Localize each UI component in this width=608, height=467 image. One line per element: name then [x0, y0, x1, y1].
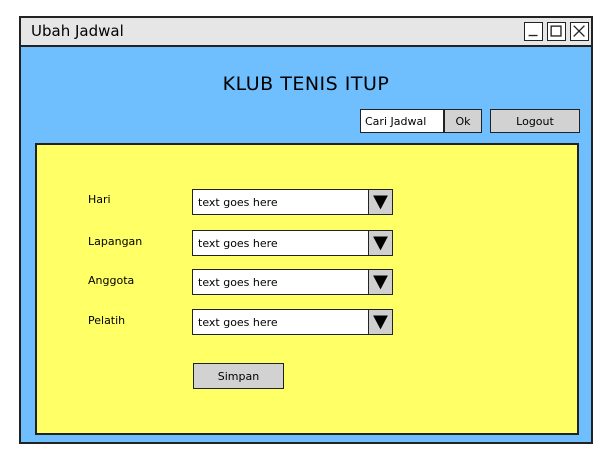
dropdown-button[interactable]: [368, 231, 392, 255]
select-value: text goes here: [198, 196, 278, 209]
minimize-icon: [528, 34, 538, 37]
dropdown-button[interactable]: [368, 270, 392, 294]
field-label-anggota: Anggota: [88, 274, 135, 287]
save-button[interactable]: Simpan: [193, 363, 284, 389]
minimize-button[interactable]: [524, 22, 543, 41]
app-window: Ubah Jadwal KLUB TENIS ITUP Ok Logout Ha…: [19, 16, 593, 444]
triangle-down-icon: [373, 236, 388, 251]
logout-button[interactable]: Logout: [490, 109, 580, 133]
triangle-down-icon: [373, 315, 388, 330]
ok-button[interactable]: Ok: [444, 109, 482, 133]
select-value: text goes here: [198, 237, 278, 250]
select-anggota[interactable]: text goes here: [192, 269, 393, 295]
select-value: text goes here: [198, 316, 278, 329]
window-title: Ubah Jadwal: [31, 22, 124, 40]
close-icon: [573, 25, 585, 37]
field-label-pelatih: Pelatih: [88, 314, 126, 327]
page-heading: KLUB TENIS ITUP: [222, 73, 390, 95]
field-label-hari: Hari: [88, 193, 111, 206]
maximize-button[interactable]: [547, 22, 566, 41]
dropdown-button[interactable]: [368, 190, 392, 214]
form-panel: Hari text goes here Lapangan text goes h…: [35, 143, 579, 435]
triangle-down-icon: [373, 275, 388, 290]
select-lapangan[interactable]: text goes here: [192, 230, 393, 256]
dropdown-button[interactable]: [368, 310, 392, 334]
select-value: text goes here: [198, 276, 278, 289]
triangle-down-icon: [373, 195, 388, 210]
field-label-lapangan: Lapangan: [88, 235, 143, 248]
select-pelatih[interactable]: text goes here: [192, 309, 393, 335]
close-button[interactable]: [570, 22, 589, 41]
title-bar: Ubah Jadwal: [21, 18, 591, 47]
search-input[interactable]: [360, 109, 444, 133]
select-hari[interactable]: text goes here: [192, 189, 393, 215]
maximize-icon: [550, 25, 562, 37]
